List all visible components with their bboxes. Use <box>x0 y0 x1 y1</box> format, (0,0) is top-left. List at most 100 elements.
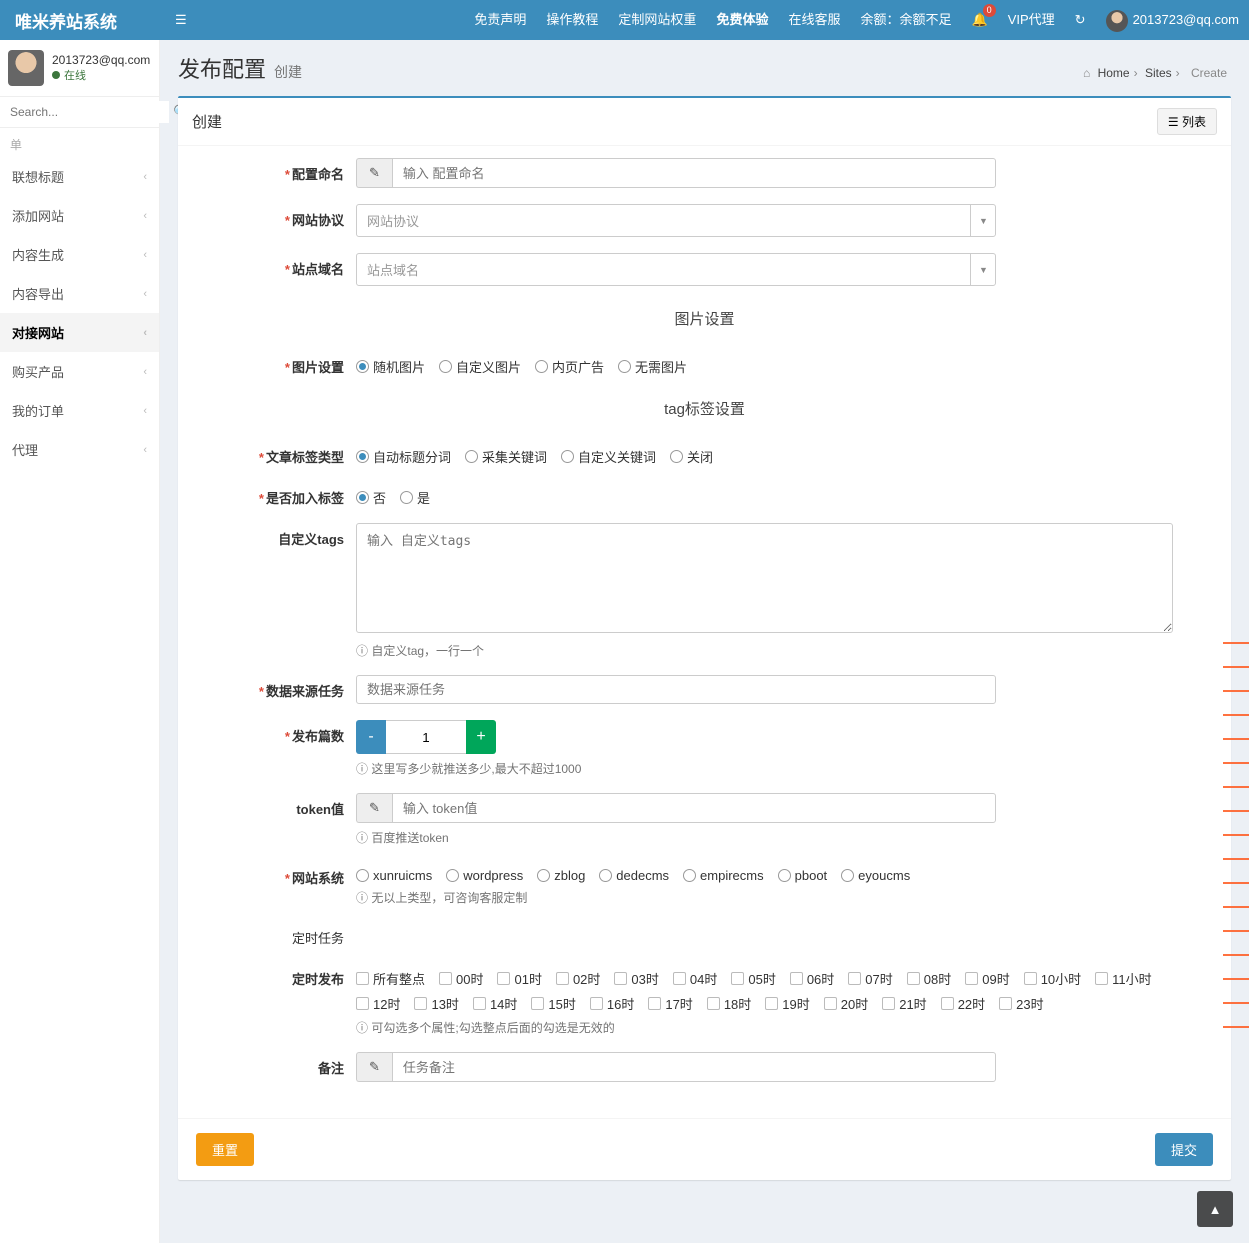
cron-option-16[interactable]: 15时 <box>531 994 575 1013</box>
radios-tagtype-option-2[interactable]: 自定义关键词 <box>561 447 656 466</box>
radios-img-option-3[interactable]: 无需图片 <box>618 357 687 376</box>
cron-option-2[interactable]: 01时 <box>497 969 541 988</box>
radios-cms-option-4[interactable]: empirecms <box>683 868 764 883</box>
cron-option-15[interactable]: 14时 <box>473 994 517 1013</box>
radios-cms-option-3[interactable]: dedecms <box>599 868 669 883</box>
nav-notifications[interactable]: 🔔 0 <box>962 0 998 40</box>
checkbox-icon <box>824 997 837 1010</box>
nav-user[interactable]: 2013723@qq.com <box>1096 0 1249 40</box>
radios-addtag-option-0[interactable]: 否 <box>356 488 386 507</box>
source-input[interactable] <box>356 675 996 704</box>
radios-cms-option-2[interactable]: zblog <box>537 868 585 883</box>
cron-option-9[interactable]: 08时 <box>907 969 951 988</box>
radios-img-option-2[interactable]: 内页广告 <box>535 357 604 376</box>
radios-cms-option-6[interactable]: eyoucms <box>841 868 910 883</box>
cron-option-18[interactable]: 17时 <box>648 994 692 1013</box>
radio-icon <box>535 360 548 373</box>
sidebar-item-5[interactable]: 购买产品‹ <box>0 352 159 391</box>
cron-option-19[interactable]: 18时 <box>707 994 751 1013</box>
crumb-sites[interactable]: Sites <box>1145 66 1172 80</box>
nav-weight[interactable]: 定制网站权重 <box>608 0 706 40</box>
custom-tags-textarea[interactable] <box>356 523 1173 633</box>
box-title: 创建 <box>192 111 222 132</box>
cron-option-10[interactable]: 09时 <box>965 969 1009 988</box>
sidebar-item-2[interactable]: 内容生成‹ <box>0 235 159 274</box>
sidebar-search-input[interactable] <box>6 101 169 123</box>
nav-trial[interactable]: 免费体验 <box>706 0 778 40</box>
cron-option-1[interactable]: 00时 <box>439 969 483 988</box>
cron-option-22[interactable]: 21时 <box>882 994 926 1013</box>
sidebar-item-0[interactable]: 联想标题‹ <box>0 157 159 196</box>
cron-option-6[interactable]: 05时 <box>731 969 775 988</box>
cron-option-14[interactable]: 13时 <box>414 994 458 1013</box>
checkbox-icon <box>673 972 686 985</box>
nav-disclaimer[interactable]: 免责声明 <box>464 0 536 40</box>
count-minus-button[interactable]: - <box>356 720 386 754</box>
cron-option-23[interactable]: 22时 <box>941 994 985 1013</box>
nav-tutorial[interactable]: 操作教程 <box>536 0 608 40</box>
radio-icon <box>356 360 369 373</box>
page-title: 发布配置 <box>178 52 266 84</box>
cron-option-0[interactable]: 所有整点 <box>356 969 425 988</box>
checkbox-icon <box>531 997 544 1010</box>
checkbox-icon <box>907 972 920 985</box>
submit-button[interactable]: 提交 <box>1155 1133 1213 1166</box>
protocol-select[interactable]: 网站协议 <box>356 204 996 237</box>
checkbox-icon <box>356 997 369 1010</box>
cron-option-5[interactable]: 04时 <box>673 969 717 988</box>
chevron-left-icon: ‹ <box>143 366 147 378</box>
reset-button[interactable]: 重置 <box>196 1133 254 1166</box>
sidebar-item-1[interactable]: 添加网站‹ <box>0 196 159 235</box>
sidebar-item-4[interactable]: 对接网站‹ <box>0 313 159 352</box>
cron-option-17[interactable]: 16时 <box>590 994 634 1013</box>
radios-tagtype-option-1[interactable]: 采集关键词 <box>465 447 547 466</box>
config-name-input[interactable] <box>392 158 996 188</box>
radio-icon <box>537 869 550 882</box>
nav-refresh[interactable]: ↻ <box>1065 0 1096 40</box>
radio-icon <box>400 491 413 504</box>
radios-tagtype-option-3[interactable]: 关闭 <box>670 447 713 466</box>
nav-support[interactable]: 在线客服 <box>778 0 850 40</box>
radio-icon <box>599 869 612 882</box>
radios-img-option-0[interactable]: 随机图片 <box>356 357 425 376</box>
cron-option-12[interactable]: 11小时 <box>1095 969 1152 988</box>
checkbox-icon <box>882 997 895 1010</box>
sidebar-item-3[interactable]: 内容导出‹ <box>0 274 159 313</box>
cron-option-24[interactable]: 23时 <box>999 994 1043 1013</box>
cron-option-7[interactable]: 06时 <box>790 969 834 988</box>
token-input[interactable] <box>392 793 996 823</box>
info-icon: ⓘ <box>356 762 368 776</box>
checkbox-icon <box>731 972 744 985</box>
sidebar-user-email: 2013723@qq.com <box>52 53 150 67</box>
crumb-home[interactable]: Home <box>1098 66 1130 80</box>
radio-icon <box>683 869 696 882</box>
cron-option-11[interactable]: 10小时 <box>1024 969 1081 988</box>
cron-option-13[interactable]: 12时 <box>356 994 400 1013</box>
info-icon: ⓘ <box>356 891 368 905</box>
radios-cms-option-0[interactable]: xunruicms <box>356 868 432 883</box>
sidebar-item-6[interactable]: 我的订单‹ <box>0 391 159 430</box>
cron-option-4[interactable]: 03时 <box>614 969 658 988</box>
remark-input[interactable] <box>392 1052 996 1082</box>
count-plus-button[interactable]: + <box>466 720 496 754</box>
brand-logo[interactable]: 唯米养站系统 <box>0 8 160 33</box>
radios-img-option-1[interactable]: 自定义图片 <box>439 357 521 376</box>
chevron-left-icon: ‹ <box>143 210 147 222</box>
count-input[interactable] <box>386 720 466 754</box>
cron-option-3[interactable]: 02时 <box>556 969 600 988</box>
radios-addtag-option-1[interactable]: 是 <box>400 488 430 507</box>
sidebar-toggle[interactable]: ☰ <box>160 12 202 28</box>
list-button[interactable]: ☰ 列表 <box>1157 108 1217 135</box>
scroll-top-button[interactable]: ▲ <box>1197 1191 1233 1227</box>
cron-option-8[interactable]: 07时 <box>848 969 892 988</box>
section-img: 图片设置 <box>674 302 734 335</box>
checkbox-icon <box>556 972 569 985</box>
radios-cms-option-5[interactable]: pboot <box>778 868 828 883</box>
radios-cms-option-1[interactable]: wordpress <box>446 868 523 883</box>
domain-select[interactable]: 站点域名 <box>356 253 996 286</box>
cron-option-20[interactable]: 19时 <box>765 994 809 1013</box>
radios-tagtype-option-0[interactable]: 自动标题分词 <box>356 447 451 466</box>
sidebar-item-7[interactable]: 代理‹ <box>0 430 159 469</box>
cron-option-21[interactable]: 20时 <box>824 994 868 1013</box>
nav-vip[interactable]: VIP代理 <box>998 0 1065 40</box>
